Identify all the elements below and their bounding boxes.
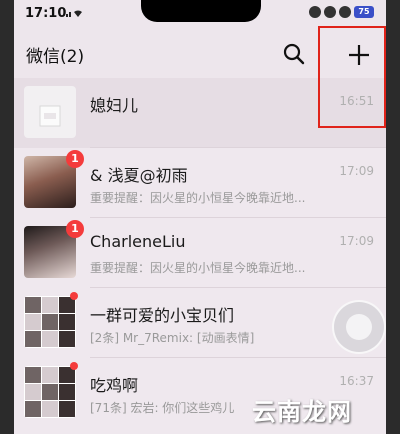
avatar [24,86,76,138]
alarm-icon [324,6,336,18]
display-notch [141,0,261,22]
unread-badge: 1 [66,220,84,238]
phone-screen: 17:10 75 微信(2) 媳妇儿 16:51 1 & 浅夏@初雨 重要提醒：… [14,0,386,434]
chat-preview: 重要提醒：因火星的小恒星今晚靠近地... [90,261,306,275]
chat-list: 媳妇儿 16:51 1 & 浅夏@初雨 重要提醒：因火星的小恒星今晚靠近地...… [14,78,386,428]
chat-time: 16:37 [339,374,374,388]
status-icons: 75 [309,6,374,18]
chat-preview: 重要提醒：因火星的小恒星今晚靠近地... [90,191,306,205]
watermark-text: 云南龙网 [252,398,352,426]
status-time: 17:10 [25,6,67,21]
chat-time: 17:09 [339,164,374,178]
page-title: 微信(2) [26,47,85,67]
chat-name: 吃鸡啊 [90,376,139,395]
group-avatar [24,366,76,418]
chat-name: & 浅夏@初雨 [90,166,188,185]
search-icon [283,43,305,65]
notification-icon [339,6,351,18]
assistive-touch-button[interactable] [332,300,386,354]
unread-dot [70,292,78,300]
chat-row-4[interactable]: 一群可爱的小宝贝们 [2条] Mr_7Remix: [动画表情] [14,288,386,358]
search-button[interactable] [280,40,308,68]
signal-icon [66,6,94,21]
chat-name: 媳妇儿 [90,96,139,115]
unread-dot [70,362,78,370]
vibrate-icon [309,6,321,18]
chat-preview: [2条] Mr_7Remix: [动画表情] [90,331,255,345]
battery-icon: 75 [354,6,374,18]
unread-badge: 1 [66,150,84,168]
group-avatar [24,296,76,348]
chat-name: CharleneLiu [90,232,186,251]
chat-time: 17:09 [339,234,374,248]
chat-row-3[interactable]: 1 CharleneLiu 重要提醒：因火星的小恒星今晚靠近地... 17:09 [14,218,386,288]
chat-name: 一群可爱的小宝贝们 [90,306,235,325]
highlight-box [318,26,386,128]
status-bar: 17:10 75 [14,0,386,28]
chat-row-2[interactable]: 1 & 浅夏@初雨 重要提醒：因火星的小恒星今晚靠近地... 17:09 [14,148,386,218]
